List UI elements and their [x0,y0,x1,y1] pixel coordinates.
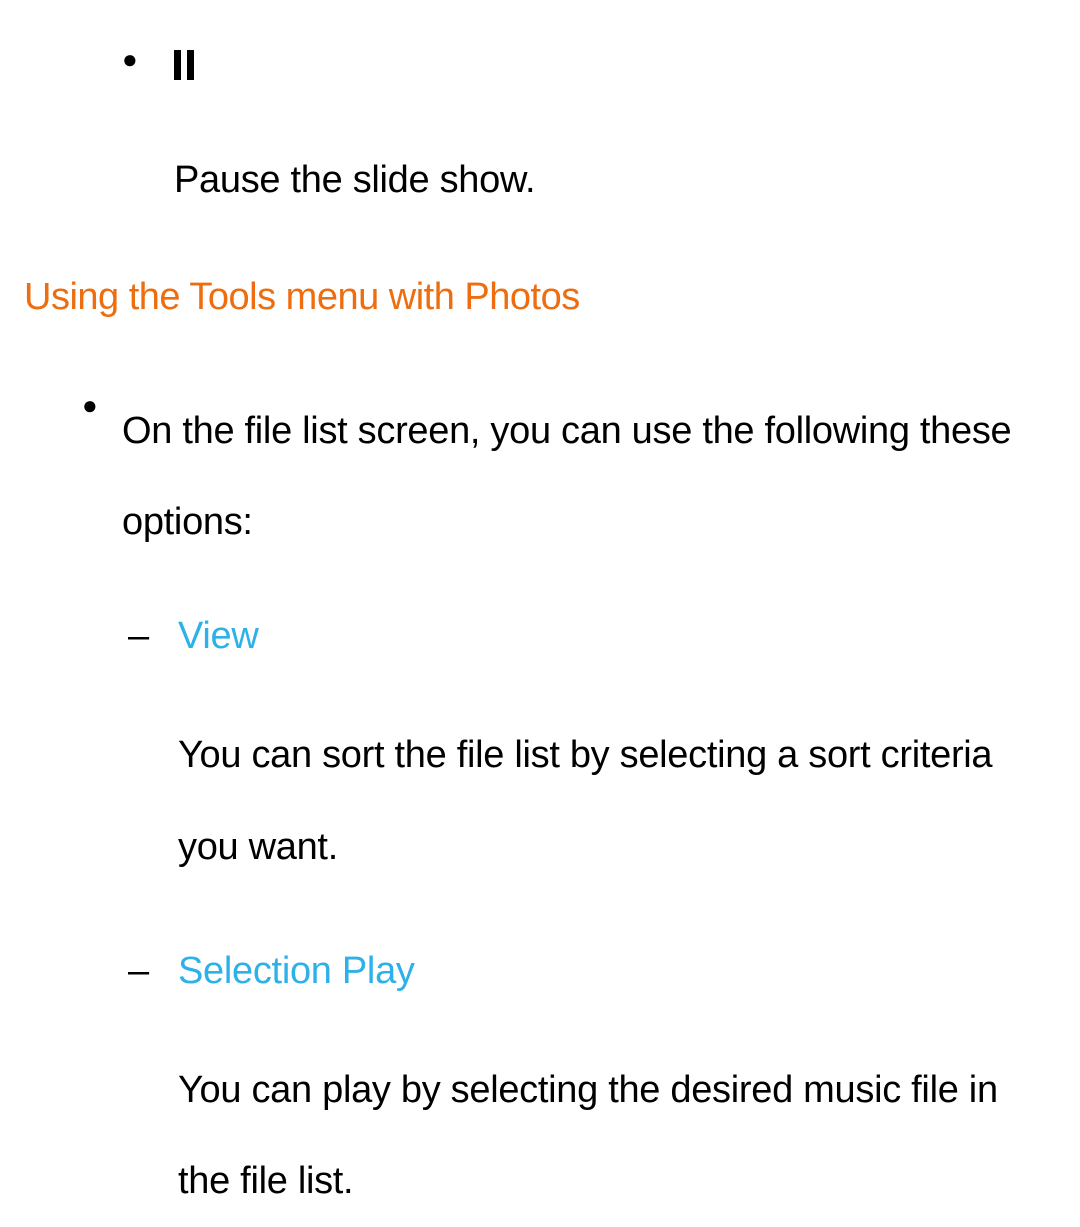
options-outer-list: On the file list screen, you can use the… [24,386,1056,1227]
option-selection-play: Selection Play You can play by selecting… [122,943,1056,1227]
option-selection-play-description: You can play by selecting the desired mu… [178,1045,1056,1227]
options-intro: On the file list screen, you can use the… [122,386,1056,568]
option-view-description: You can sort the file list by selecting … [178,710,1056,892]
pause-icon [174,40,194,97]
pause-bullet-list: Pause the slide show. [24,40,1056,209]
options-outer-item: On the file list screen, you can use the… [24,386,1056,1227]
pause-bullet-item: Pause the slide show. [24,40,1056,209]
pause-description: Pause the slide show. [174,152,1056,209]
option-view: View You can sort the file list by selec… [122,608,1056,892]
options-dash-list: View You can sort the file list by selec… [122,608,1056,1227]
option-view-title: View [178,608,1056,665]
option-selection-play-title: Selection Play [178,943,1056,1000]
section-heading: Using the Tools menu with Photos [24,269,1056,326]
